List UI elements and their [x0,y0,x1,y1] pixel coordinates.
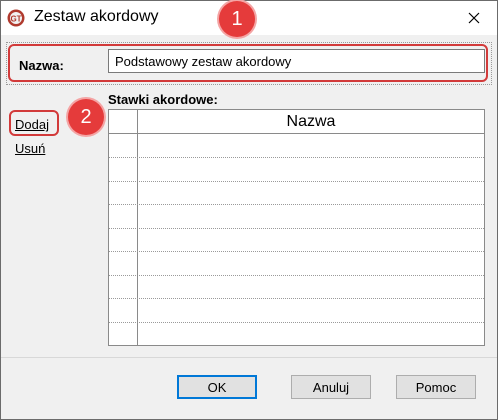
row-header-cell[interactable] [109,322,138,345]
row-header-cell[interactable] [109,157,138,181]
table-row[interactable] [109,275,484,299]
table-row[interactable] [109,157,484,182]
annotation-badge-2: 2 [68,99,104,135]
table-row[interactable] [109,181,484,205]
dialog-window: GT Zestaw akordowy Nazwa: Dodaj Usuń Sta… [0,0,498,420]
row-header-cell[interactable] [109,251,138,275]
row-header-cell[interactable] [109,228,138,251]
table-row[interactable] [109,251,484,276]
close-button[interactable] [451,1,497,35]
row-header-cell[interactable] [109,298,138,322]
table-row[interactable] [109,298,484,323]
row-header-cell[interactable] [109,275,138,298]
footer-separator [1,357,497,358]
grid-label: Stawki akordowe: [108,92,218,107]
column-header-name[interactable]: Nazwa [138,110,484,133]
annotation-badge-1: 1 [219,1,255,37]
table-row[interactable] [109,322,484,345]
app-logo-icon: GT [7,9,25,27]
delete-link[interactable]: Usuń [15,141,45,156]
cancel-button[interactable]: Anuluj [291,375,371,399]
ok-button[interactable]: OK [177,375,257,399]
help-button[interactable]: Pomoc [396,375,476,399]
table-row[interactable] [109,228,484,252]
row-header-cell[interactable] [109,181,138,204]
close-icon [468,12,480,24]
rates-grid[interactable]: Nazwa [108,109,485,346]
row-header-cell[interactable] [109,204,138,228]
row-header-corner [109,110,138,133]
name-input[interactable] [108,49,485,73]
svg-text:GT: GT [10,15,21,24]
table-row[interactable] [109,204,484,229]
name-label: Nazwa: [19,58,64,73]
window-title: Zestaw akordowy [34,8,159,25]
add-link[interactable]: Dodaj [15,117,49,132]
row-header-cell[interactable] [109,134,138,157]
table-row[interactable] [109,134,484,158]
grid-header: Nazwa [109,110,484,134]
